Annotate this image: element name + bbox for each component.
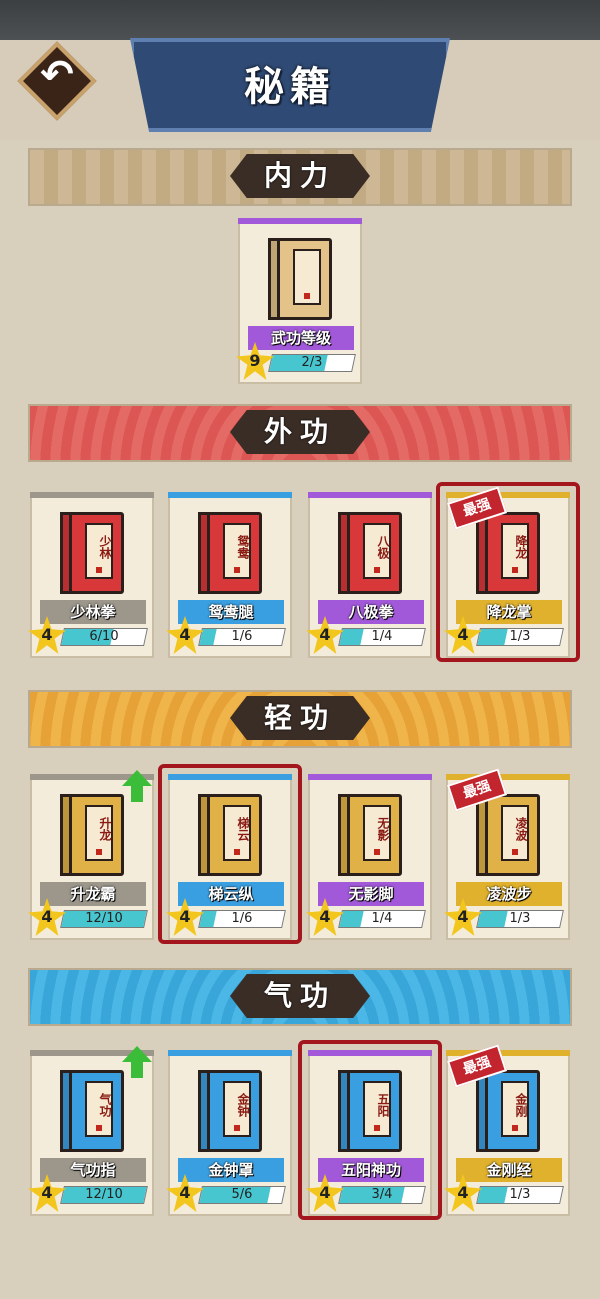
star-level: 9 <box>249 351 261 370</box>
book-icon: 凌波 <box>476 794 540 876</box>
skill-card[interactable]: 八极八极拳 1/4 4 <box>306 492 432 658</box>
book-seal <box>96 849 102 855</box>
star-level: 4 <box>41 625 53 644</box>
star-level: 4 <box>179 625 191 644</box>
book-title: 凌波 <box>514 817 528 841</box>
selection-highlight <box>158 764 302 944</box>
book-seal <box>512 849 518 855</box>
progress-text: 2/3 <box>301 355 323 370</box>
star-level: 4 <box>179 1183 191 1202</box>
skill-card[interactable]: 金钟金钟罩 5/6 4 <box>166 1050 292 1216</box>
section-title: 外功 <box>263 415 336 448</box>
skill-name: 金钟罩 <box>178 1158 284 1182</box>
book-spine <box>338 794 350 876</box>
book-seal <box>234 1125 240 1131</box>
section-title: 气功 <box>263 979 336 1012</box>
book-icon: 无影 <box>338 794 402 876</box>
book-icon <box>268 238 332 320</box>
skill-name: 升龙霸 <box>40 882 146 906</box>
book-icon: 升龙 <box>60 794 124 876</box>
skill-card[interactable]: 鸳鸯鸳鸯腿 1/6 4 <box>166 492 292 658</box>
progress-text: 1/3 <box>509 911 531 926</box>
book-title: 少林 <box>98 535 112 559</box>
skill-name: 八极拳 <box>318 600 424 624</box>
skill-name: 少林拳 <box>40 600 146 624</box>
page-title: 秘籍 <box>244 63 336 110</box>
skill-name: 鸳鸯腿 <box>178 600 284 624</box>
section-banner-neili: 内力 <box>0 148 600 206</box>
selection-highlight <box>298 1040 442 1220</box>
selection-highlight <box>436 482 580 662</box>
book-icon: 少林 <box>60 512 124 594</box>
progress-text: 5/6 <box>231 1187 253 1202</box>
progress-text: 1/4 <box>371 629 393 644</box>
book-title: 气功 <box>98 1093 112 1117</box>
book-spine <box>198 512 210 594</box>
book-title: 八极 <box>376 535 390 559</box>
back-arrow-icon: ↶ <box>40 52 74 98</box>
section-banner-qinggong: 轻功 <box>0 690 600 748</box>
skill-name: 无影脚 <box>318 882 424 906</box>
star-level: 4 <box>41 907 53 926</box>
book-seal <box>304 293 310 299</box>
book-icon: 金钟 <box>198 1070 262 1152</box>
book-spine <box>60 794 72 876</box>
skill-card[interactable]: 武功等级 2/3 9 <box>236 218 362 384</box>
star-level: 4 <box>457 1183 469 1202</box>
skill-name: 武功等级 <box>248 326 354 350</box>
book-icon: 金刚 <box>476 1070 540 1152</box>
book-icon: 鸳鸯 <box>198 512 262 594</box>
book-title: 无影 <box>376 817 390 841</box>
skill-card[interactable]: 凌波 凌波步 1/3 4 最强 <box>444 768 570 940</box>
book-seal <box>512 1125 518 1131</box>
section-banner-waigong: 外功 <box>0 404 600 462</box>
skill-card[interactable]: 少林少林拳 6/10 4 <box>28 492 154 658</box>
section-banner-qigong: 气功 <box>0 968 600 1026</box>
book-icon: 八极 <box>338 512 402 594</box>
book-spine <box>198 1070 210 1152</box>
book-spine <box>476 794 488 876</box>
book-title: 鸳鸯 <box>236 535 250 559</box>
book-seal <box>234 567 240 573</box>
book-spine <box>60 1070 72 1152</box>
skill-card[interactable]: 无影无影脚 1/4 4 <box>306 774 432 940</box>
book-spine <box>60 512 72 594</box>
progress-text: 1/4 <box>371 911 393 926</box>
back-button[interactable]: ↶ <box>17 41 97 121</box>
section-title: 内力 <box>263 159 336 192</box>
skill-card[interactable]: 气功气功指 12/10 4 <box>28 1046 154 1216</box>
skill-card[interactable]: 金刚 金刚经 1/3 4 最强 <box>444 1044 570 1216</box>
book-seal <box>96 567 102 573</box>
progress-text: 12/10 <box>85 911 123 926</box>
progress-text: 1/6 <box>231 629 253 644</box>
star-level: 4 <box>319 625 331 644</box>
book-seal <box>374 567 380 573</box>
star-level: 4 <box>457 907 469 926</box>
book-icon: 气功 <box>60 1070 124 1152</box>
book-spine <box>268 238 280 320</box>
skill-name: 凌波步 <box>456 882 562 906</box>
book-title: 金钟 <box>236 1093 250 1117</box>
book-spine <box>476 1070 488 1152</box>
skill-name: 金刚经 <box>456 1158 562 1182</box>
progress-text: 12/10 <box>85 1187 123 1202</box>
book-seal <box>374 849 380 855</box>
progress-text: 1/3 <box>509 1187 531 1202</box>
skill-name: 气功指 <box>40 1158 146 1182</box>
star-level: 4 <box>41 1183 53 1202</box>
section-title: 轻功 <box>263 701 336 734</box>
book-seal <box>96 1125 102 1131</box>
book-spine <box>338 512 350 594</box>
book-title: 金刚 <box>514 1093 528 1117</box>
book-title <box>293 253 321 293</box>
book-title: 升龙 <box>98 817 112 841</box>
progress-text: 6/10 <box>89 629 119 644</box>
skill-card[interactable]: 升龙升龙霸 12/10 4 <box>28 770 154 940</box>
star-level: 4 <box>319 907 331 926</box>
